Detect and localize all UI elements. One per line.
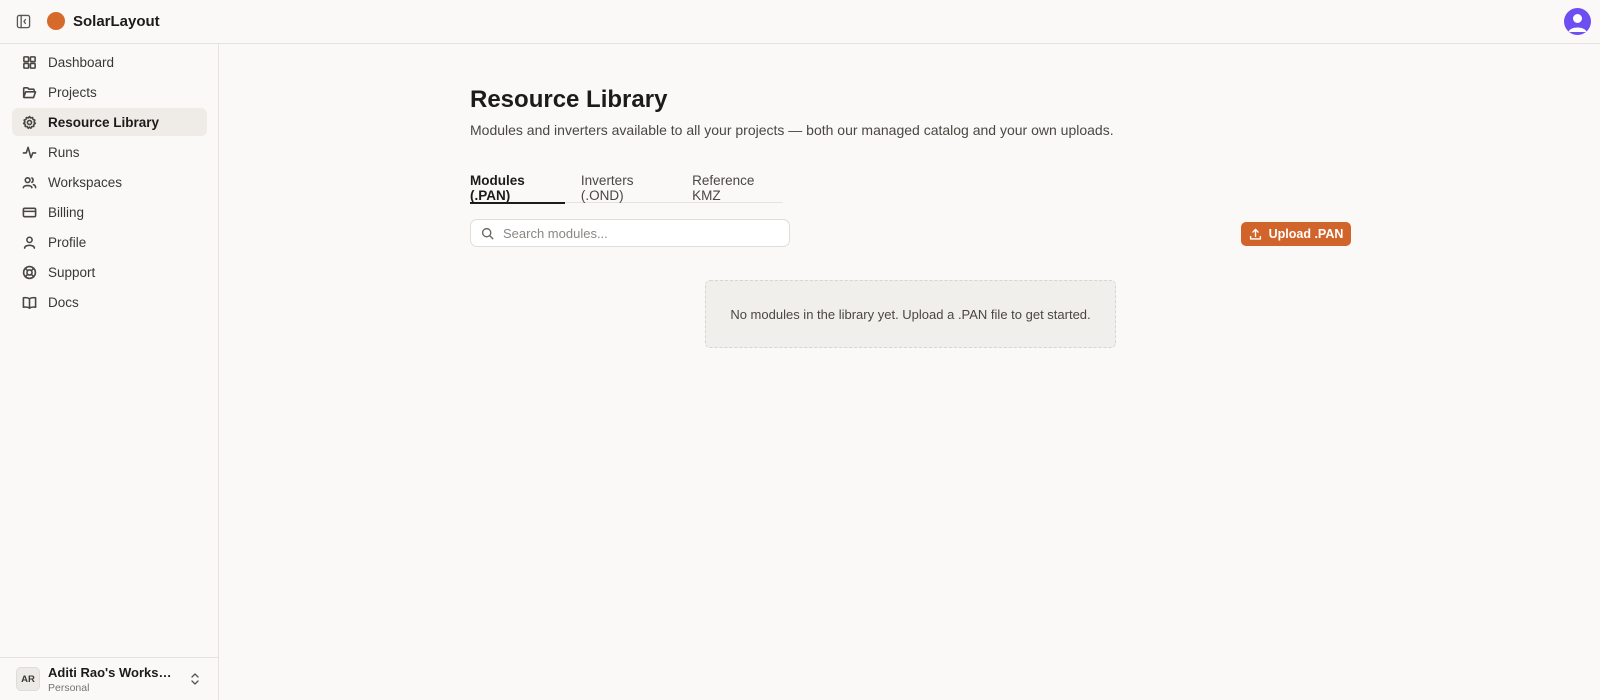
sidebar-item-runs[interactable]: Runs	[12, 138, 207, 166]
sidebar-toggle-icon[interactable]	[14, 12, 32, 30]
sidebar-item-label: Runs	[48, 144, 80, 160]
sidebar-item-dashboard[interactable]: Dashboard	[12, 48, 207, 76]
user-icon	[22, 235, 37, 250]
page-description: Modules and inverters available to all y…	[470, 122, 1114, 138]
sidebar-item-label: Workspaces	[48, 174, 123, 190]
folder-icon	[22, 85, 37, 100]
chevron-up-down-icon	[191, 673, 199, 685]
sidebar-item-projects[interactable]: Projects	[12, 78, 207, 106]
workspace-type: Personal	[48, 681, 90, 694]
sidebar-item-docs[interactable]: Docs	[12, 288, 207, 316]
sidebar-item-billing[interactable]: Billing	[12, 198, 207, 226]
sidebar-item-label: Dashboard	[48, 54, 115, 70]
sidebar-nav: Dashboard Projects Resource Library Runs	[12, 48, 207, 318]
sidebar-item-label: Resource Library	[48, 114, 160, 130]
activity-icon	[22, 145, 37, 160]
main-content: Resource Library Modules and inverters a…	[220, 44, 1600, 700]
tab-modules[interactable]: Modules (.PAN)	[470, 172, 565, 204]
user-avatar[interactable]	[1564, 8, 1591, 35]
sidebar-item-label: Billing	[48, 204, 85, 220]
brand[interactable]: SolarLayout	[47, 12, 160, 30]
sidebar-item-profile[interactable]: Profile	[12, 228, 207, 256]
search-input[interactable]	[503, 225, 789, 241]
users-icon	[22, 175, 37, 190]
sidebar-item-label: Docs	[48, 294, 79, 310]
workspace-info: Aditi Rao's Workspace Personal	[48, 665, 178, 694]
upload-button-label: Upload .PAN	[1268, 227, 1344, 241]
tab-reference-kmz[interactable]: Reference KMZ	[692, 172, 783, 203]
sidebar-item-label: Projects	[48, 84, 97, 100]
workspace-switcher[interactable]: AR Aditi Rao's Workspace Personal	[0, 657, 219, 700]
page-title: Resource Library	[470, 86, 668, 113]
brand-name: SolarLayout	[73, 12, 160, 30]
sidebar-item-workspaces[interactable]: Workspaces	[12, 168, 207, 196]
sidebar-item-resource-library[interactable]: Resource Library	[12, 108, 207, 136]
library-tabs: Modules (.PAN) Inverters (.OND) Referenc…	[470, 172, 783, 204]
empty-state-message: No modules in the library yet. Upload a …	[730, 306, 1091, 322]
sidebar-item-support[interactable]: Support	[12, 258, 207, 286]
lifebuoy-icon	[22, 265, 37, 280]
brand-logo-icon	[47, 12, 65, 30]
book-icon	[22, 295, 37, 310]
upload-icon	[1249, 228, 1261, 240]
tab-inverters[interactable]: Inverters (.OND)	[581, 172, 676, 203]
upload-pan-button[interactable]: Upload .PAN	[1241, 222, 1351, 246]
gear-icon	[22, 115, 37, 130]
avatar-user-icon	[1568, 14, 1587, 32]
empty-state: No modules in the library yet. Upload a …	[705, 280, 1116, 348]
search-box	[470, 219, 790, 247]
sidebar: Dashboard Projects Resource Library Runs	[0, 44, 219, 700]
credit-card-icon	[22, 205, 37, 220]
sidebar-item-label: Profile	[48, 234, 87, 250]
dashboard-icon	[22, 55, 37, 70]
workspace-name: Aditi Rao's Workspace	[48, 664, 178, 680]
top-bar: SolarLayout	[0, 0, 1600, 44]
search-icon	[481, 227, 494, 239]
sidebar-item-label: Support	[48, 264, 96, 280]
workspace-badge: AR	[16, 667, 40, 691]
